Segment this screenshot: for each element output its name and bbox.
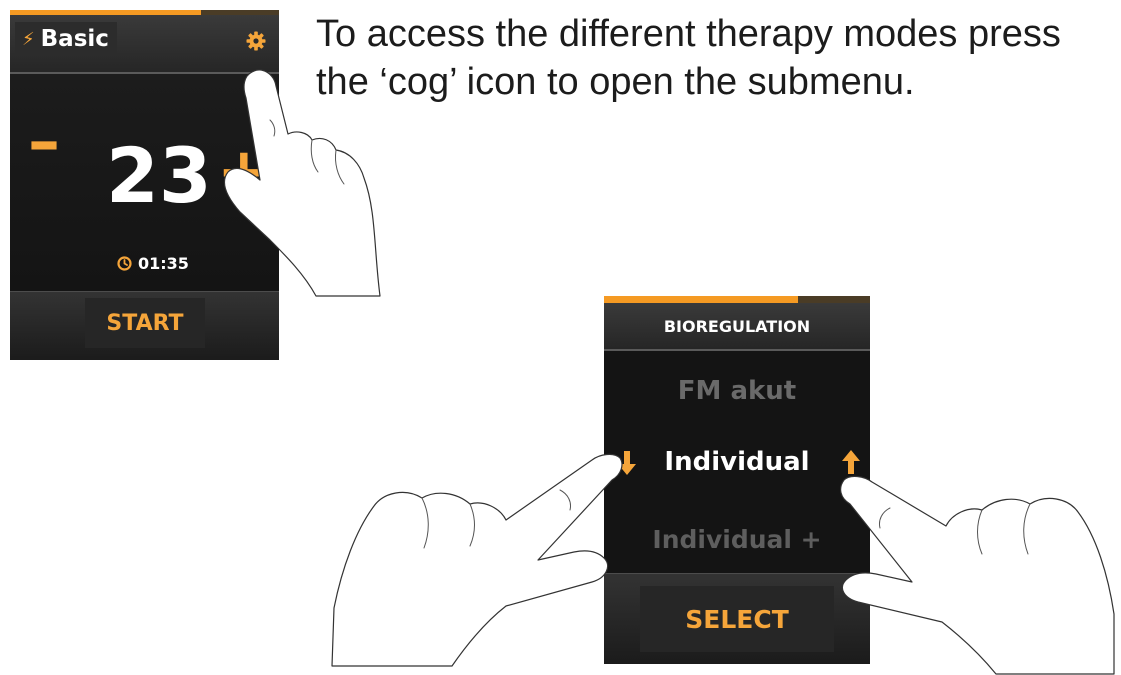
- menu-item-fm-akut[interactable]: FM akut: [604, 376, 870, 406]
- device-screen-submenu: BIOREGULATION FM akut Individual Individ…: [604, 296, 870, 664]
- menu-item-individual-plus[interactable]: Individual +: [604, 525, 870, 554]
- submenu-title: BIOREGULATION: [663, 316, 811, 336]
- mode-title: ⚡ Basic: [15, 22, 117, 56]
- clock-icon: [117, 256, 132, 271]
- pointing-hand-right-illustration: [840, 475, 1115, 675]
- mode-title-label: Basic: [40, 26, 109, 52]
- pointing-hand-illustration: [223, 69, 381, 297]
- bolt-icon: ⚡: [22, 28, 35, 50]
- start-button[interactable]: START: [85, 298, 205, 348]
- intensity-value: 23: [106, 131, 212, 220]
- decrease-button[interactable]: –: [28, 110, 60, 174]
- select-button[interactable]: SELECT: [640, 586, 834, 652]
- progress-bar: [604, 296, 870, 303]
- progress-bar-fill: [604, 296, 799, 303]
- pointing-hand-left-illustration: [331, 453, 623, 667]
- timer-value: 01:35: [138, 254, 189, 273]
- screen-header: BIOREGULATION: [604, 303, 870, 349]
- timer: 01:35: [117, 254, 189, 273]
- header-divider: [604, 349, 870, 351]
- menu-item-individual[interactable]: Individual: [604, 447, 870, 477]
- cog-icon[interactable]: [246, 31, 266, 51]
